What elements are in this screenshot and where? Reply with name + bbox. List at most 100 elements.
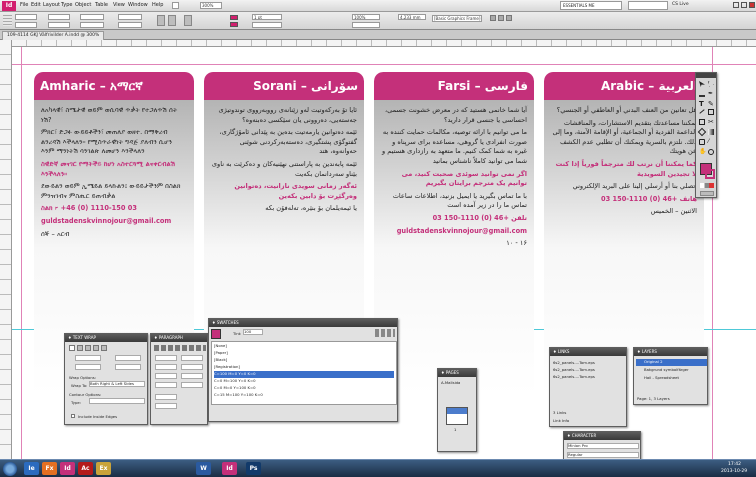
swatch-row[interactable]: C=0 M=100 Y=0 K=0 xyxy=(214,378,394,385)
tint-field[interactable]: 100 xyxy=(243,329,263,335)
zoom-tool-icon[interactable] xyxy=(708,149,714,155)
screen-mode-icon[interactable] xyxy=(700,191,714,196)
shading-field[interactable] xyxy=(155,394,177,400)
ie-taskbar-icon[interactable]: Ie xyxy=(24,462,39,475)
swatch-view-icons[interactable] xyxy=(375,329,395,337)
wrap-shape-icon[interactable] xyxy=(85,345,91,351)
object-style-field[interactable]: [Basic Graphics Frame]+ xyxy=(432,15,482,22)
clock-date[interactable]: 2013-10-29 xyxy=(721,469,747,474)
fit-frame-icon[interactable] xyxy=(490,15,496,21)
selection-tool-icon[interactable] xyxy=(699,81,705,87)
apply-color-icons[interactable] xyxy=(700,183,714,188)
indesign-taskbar-icon[interactable]: Id xyxy=(60,462,75,475)
indesign-running-taskbar-icon[interactable]: Id xyxy=(222,462,237,475)
flip-icon[interactable] xyxy=(157,15,165,26)
panel-title[interactable]: ♦ PARAGRAPH xyxy=(151,334,207,342)
drop-cap-chars-field[interactable] xyxy=(181,382,203,388)
top-offset-field[interactable] xyxy=(75,355,101,361)
right-indent-field[interactable] xyxy=(181,355,203,361)
close-icon[interactable] xyxy=(749,2,755,8)
stroke-type-field[interactable] xyxy=(252,22,282,28)
type-tool-icon[interactable]: T xyxy=(699,101,704,108)
jump-object-icon[interactable] xyxy=(93,345,99,351)
master-label[interactable]: A-Mallsida xyxy=(441,380,460,385)
menu-view[interactable]: View xyxy=(113,2,125,8)
wrap-to-select[interactable]: Both Right & Left Sides xyxy=(89,381,145,387)
last-line-indent-field[interactable] xyxy=(181,364,203,370)
width-mm-field[interactable]: 4,233 mm xyxy=(398,14,426,20)
font-style-field[interactable]: Regular xyxy=(567,452,639,458)
link-row[interactable]: 6s2_panels-...Tom.eps xyxy=(553,360,595,365)
panel-title[interactable]: ♦ LAYERS xyxy=(634,348,707,356)
panel-title[interactable]: ♦ PAGES xyxy=(438,369,476,377)
page-thumbnail[interactable] xyxy=(446,407,468,425)
shear-field[interactable] xyxy=(118,22,142,28)
menu-object[interactable]: Object xyxy=(75,2,91,8)
right-offset-field[interactable] xyxy=(115,364,141,370)
pen-tool-icon[interactable]: ✒ xyxy=(708,91,714,97)
photoshop-taskbar-icon[interactable]: Ps xyxy=(246,462,261,475)
tools-panel-grip[interactable] xyxy=(696,73,716,78)
menu-layout[interactable]: Layout xyxy=(43,2,60,8)
document-tab[interactable]: 109-4114 GKJ Välfrivilder A.indd @ 300% xyxy=(2,31,105,40)
start-button-icon[interactable] xyxy=(3,462,17,476)
horizontal-ruler[interactable] xyxy=(12,40,756,47)
swatch-list[interactable]: [None] [Paper] [Black] [Registration] C=… xyxy=(211,341,397,405)
free-transform-tool-icon[interactable] xyxy=(697,127,707,137)
layer-row-selected[interactable]: Original 2 xyxy=(636,359,707,366)
wrap-bounding-box-icon[interactable] xyxy=(77,345,83,351)
reference-point-icon[interactable] xyxy=(3,15,12,26)
panel-title[interactable]: ♦ SWATCHES xyxy=(209,319,397,327)
left-offset-field[interactable] xyxy=(115,355,141,361)
scale-x-field[interactable] xyxy=(80,14,104,20)
swatch-row[interactable]: [Paper] xyxy=(214,350,394,357)
swatch-row[interactable]: C=15 M=100 Y=100 K=0 xyxy=(214,392,394,399)
menu-window[interactable]: Window xyxy=(128,2,148,8)
font-family-field[interactable]: Minion Pro xyxy=(567,443,639,449)
acrobat-taskbar-icon[interactable]: Ac xyxy=(78,462,93,475)
swatch-row-selected[interactable]: C=100 M=0 Y=0 K=0 xyxy=(214,371,394,378)
fill-icon[interactable] xyxy=(184,15,192,26)
maximize-icon[interactable] xyxy=(741,2,747,8)
bridge-icon[interactable] xyxy=(172,2,179,9)
vertical-ruler[interactable] xyxy=(0,40,12,460)
gap-tool-icon[interactable] xyxy=(699,91,705,97)
hand-tool-icon[interactable]: ✋ xyxy=(699,149,706,155)
bottom-offset-field[interactable] xyxy=(75,364,101,370)
opacity-field[interactable]: 100% xyxy=(352,14,380,20)
swatch-row[interactable]: [None] xyxy=(214,343,394,350)
effects-field[interactable] xyxy=(352,22,380,28)
menu-table[interactable]: Table xyxy=(95,2,108,8)
explorer-taskbar-icon[interactable]: Ex xyxy=(96,462,111,475)
left-indent-field[interactable] xyxy=(155,355,177,361)
word-taskbar-icon[interactable]: W xyxy=(196,462,211,475)
search-input[interactable] xyxy=(628,1,668,10)
w-field[interactable] xyxy=(48,14,70,20)
pencil-tool-icon[interactable]: ✎ xyxy=(708,101,714,108)
panel-title[interactable]: ♦ TEXT WRAP xyxy=(65,334,147,342)
contour-type-select[interactable] xyxy=(89,398,145,404)
fill-swatch-proxy[interactable] xyxy=(211,329,221,339)
y-field[interactable] xyxy=(15,22,37,28)
stroke-proxy-icon[interactable] xyxy=(705,169,715,179)
line-tool-icon[interactable] xyxy=(699,109,705,114)
link-info-toggle[interactable]: Link Info xyxy=(553,418,569,423)
menu-file[interactable]: File xyxy=(20,2,28,8)
no-wrap-icon[interactable] xyxy=(69,345,75,351)
select-container-icon[interactable] xyxy=(168,15,176,26)
rotate-field[interactable] xyxy=(118,14,142,20)
firefox-taskbar-icon[interactable]: Fx xyxy=(42,462,57,475)
scissors-tool-icon[interactable]: ✂ xyxy=(708,119,714,126)
fit-content-icon[interactable] xyxy=(498,15,504,21)
gradient-tool-icon[interactable] xyxy=(708,129,714,135)
center-content-icon[interactable] xyxy=(506,15,512,21)
stroke-weight-field[interactable]: 1 pt xyxy=(252,14,282,20)
rectangle-frame-tool-icon[interactable] xyxy=(708,109,714,115)
swatch-row[interactable]: [Registration] xyxy=(214,364,394,371)
layer-row[interactable]: Bakgrund symbolfärger xyxy=(636,367,707,374)
hyphenate-field[interactable] xyxy=(155,403,177,409)
stroke-color-chip[interactable] xyxy=(230,22,238,27)
menu-type[interactable]: Type xyxy=(61,2,72,8)
scale-y-field[interactable] xyxy=(80,22,104,28)
direct-selection-tool-icon[interactable] xyxy=(708,81,714,87)
